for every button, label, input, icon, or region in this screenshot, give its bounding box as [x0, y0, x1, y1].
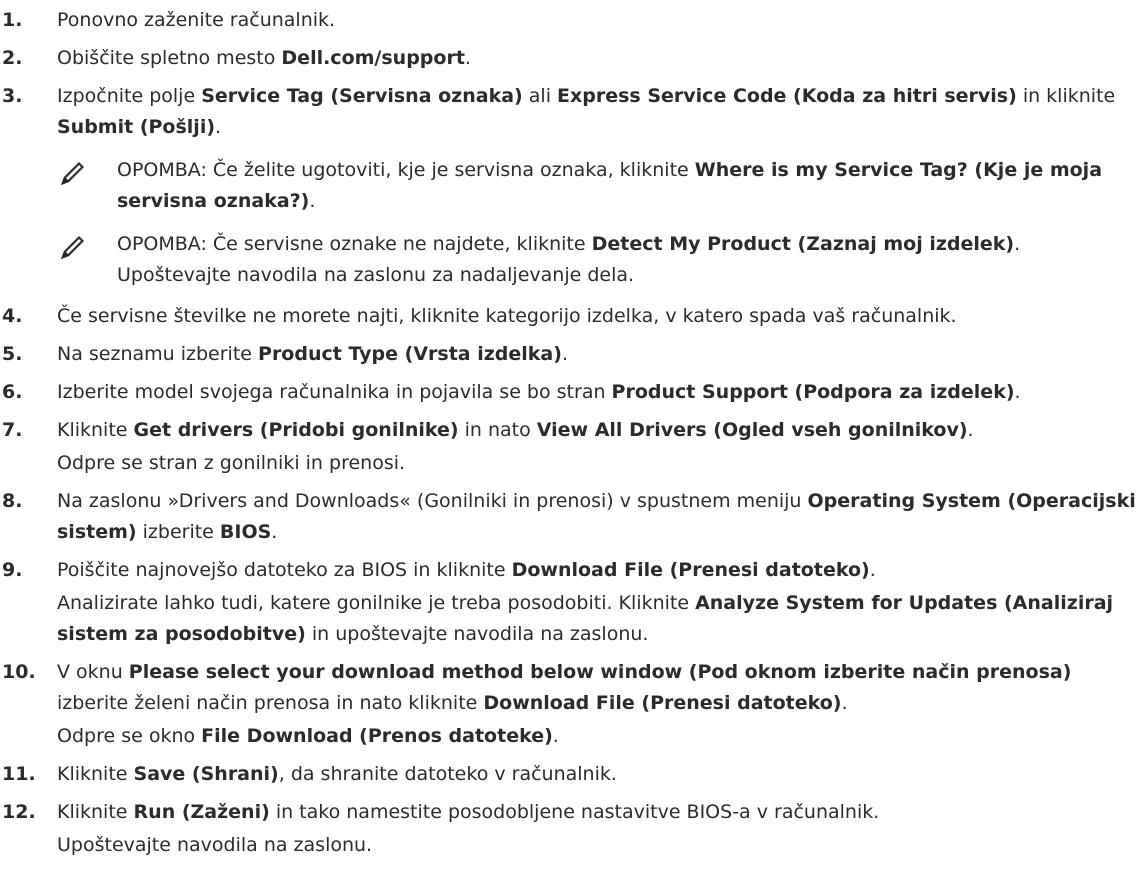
text-run: Upoštevajte navodila na zaslonu. [57, 834, 373, 856]
step-result-text: Upoštevajte navodila na zaslonu. [57, 830, 1139, 861]
text-run: ali [522, 85, 558, 107]
text-run: . [215, 116, 222, 138]
text-run: Analizirate lahko tudi, katere gonilnike… [57, 592, 696, 614]
note-label: OPOMBA: [117, 233, 207, 255]
text-run: . [869, 559, 876, 581]
text-run: . [552, 725, 559, 747]
bold-text: BIOS [219, 521, 272, 543]
pencil-note-icon [57, 157, 89, 189]
list-item: 5. Na seznamu izberite Product Type (Vrst… [0, 339, 1139, 370]
text-run: izberite želeni način prenosa in nato kl… [57, 692, 484, 714]
text-run: in nato [458, 419, 537, 441]
list-item: 8. Na zaslonu »Drivers and Downloads« (Go… [0, 486, 1139, 548]
bold-text: File Download (Prenos datoteke) [201, 725, 553, 747]
text-run: . [464, 47, 471, 69]
step-text: Kliknite Save (Shrani), da shranite dato… [57, 759, 1139, 790]
bold-text: Save (Shrani) [133, 763, 279, 785]
text-run: . [841, 692, 848, 714]
text-run: Če želite ugotoviti, kje je servisna ozn… [206, 159, 695, 181]
step-text: Kliknite Run (Zaženi) in tako namestite … [57, 797, 1139, 828]
list-item: 10. V oknu Please select your download me… [0, 657, 1139, 752]
text-run: . [309, 190, 316, 212]
step-text: Ponovno zaženite računalnik. [57, 5, 1139, 36]
text-run: in kliknite [1016, 85, 1116, 107]
note-box: OPOMBA: Če želite ugotoviti, kje je serv… [57, 155, 1139, 217]
bold-text: View All Drivers (Ogled vseh gonilnikov) [536, 419, 968, 441]
note-label: OPOMBA: [117, 159, 207, 181]
text-run: Kliknite [57, 763, 134, 785]
text-run: Izpočnite polje [57, 85, 202, 107]
step-number: 4. [2, 305, 23, 327]
list-item: 3. Izpočnite polje Service Tag (Servisna … [0, 81, 1139, 291]
step-result-text: Analizirate lahko tudi, katere gonilnike… [57, 588, 1139, 650]
step-text: Na zaslonu »Drivers and Downloads« (Goni… [57, 486, 1139, 548]
step-text: Izberite model svojega računalnika in po… [57, 377, 1139, 408]
list-item: 6. Izberite model svojega računalnika in … [0, 377, 1139, 408]
text-run: Obiščite spletno mesto [57, 47, 282, 69]
text-run: Ponovno zaženite računalnik. [57, 9, 336, 31]
bold-text: Download File (Prenesi datoteko) [511, 559, 870, 581]
step-text: Kliknite Get drivers (Pridobi gonilnike)… [57, 415, 1139, 446]
bold-text: Express Service Code (Koda za hitri serv… [557, 85, 1017, 107]
text-run: . [271, 521, 278, 543]
list-item: 12. Kliknite Run (Zaženi) in tako namesti… [0, 797, 1139, 861]
text-run: izberite [136, 521, 220, 543]
text-run: Če servisne oznake ne najdete, kliknite [206, 233, 592, 255]
text-run: in upoštevajte navodila na zaslonu. [305, 623, 649, 645]
note-box: OPOMBA: Če servisne oznake ne najdete, k… [57, 229, 1139, 291]
bold-text: Get drivers (Pridobi gonilnike) [133, 419, 459, 441]
text-run: . [1014, 381, 1021, 403]
text-run: V oknu [57, 661, 129, 683]
step-number: 8. [2, 490, 23, 512]
bold-text: Download File (Prenesi datoteko) [483, 692, 842, 714]
text-run: Kliknite [57, 419, 134, 441]
text-run: , da shranite datoteko v računalnik. [278, 763, 617, 785]
step-number: 2. [2, 47, 23, 69]
step-text: Če servisne številke ne morete najti, kl… [57, 301, 1139, 332]
bold-text: Product Type (Vrsta izdelka) [258, 343, 562, 365]
bold-text: Submit (Pošlji) [57, 116, 216, 138]
list-item: 7. Kliknite Get drivers (Pridobi gonilnik… [0, 415, 1139, 479]
text-run: Če servisne številke ne morete najti, kl… [57, 305, 957, 327]
list-item: 9. Poiščite najnovejšo datoteko za BIOS i… [0, 555, 1139, 650]
step-number: 9. [2, 559, 23, 581]
text-run: in tako namestite posodobljene nastavitv… [269, 801, 880, 823]
list-item: 1. Ponovno zaženite računalnik. [0, 5, 1139, 36]
step-text: Poiščite najnovejšo datoteko za BIOS in … [57, 555, 1139, 586]
list-item: 11. Kliknite Save (Shrani), da shranite d… [0, 759, 1139, 790]
step-number: 11. [2, 763, 36, 785]
text-run: Na seznamu izberite [57, 343, 259, 365]
bold-text: Run (Zaženi) [133, 801, 270, 823]
step-result-text: Odpre se okno File Download (Prenos dato… [57, 721, 1139, 752]
step-number: 5. [2, 343, 23, 365]
text-run: Kliknite [57, 801, 134, 823]
step-text: V oknu Please select your download metho… [57, 657, 1139, 719]
instructions-page: 1. Ponovno zaženite računalnik. 2. Obiščite… [0, 0, 1139, 861]
bold-text: Please select your download method below… [128, 661, 1072, 683]
step-number: 1. [2, 9, 23, 31]
step-text: Obiščite spletno mesto Dell.com/support. [57, 43, 1139, 74]
text-run: Odpre se okno [57, 725, 202, 747]
step-text: Na seznamu izberite Product Type (Vrsta … [57, 339, 1139, 370]
text-run: Izberite model svojega računalnika in po… [57, 381, 612, 403]
step-text: Izpočnite polje Service Tag (Servisna oz… [57, 81, 1139, 143]
step-number: 12. [2, 801, 36, 823]
step-number: 3. [2, 85, 23, 107]
list-item: 4. Če servisne številke ne morete najti, … [0, 301, 1139, 332]
text-run: Poiščite najnovejšo datoteko za BIOS in … [57, 559, 512, 581]
step-result-text: Odpre se stran z gonilniki in prenosi. [57, 448, 1139, 479]
text-run: Odpre se stran z gonilniki in prenosi. [57, 452, 406, 474]
list-item: 2. Obiščite spletno mesto Dell.com/suppor… [0, 43, 1139, 74]
pencil-note-icon [57, 231, 89, 263]
step-number: 7. [2, 419, 23, 441]
text-run: . [967, 419, 974, 441]
bold-text: Service Tag (Servisna oznaka) [201, 85, 523, 107]
step-number: 10. [2, 661, 36, 683]
text-run: . [561, 343, 568, 365]
bold-text: Detect My Product (Zaznaj moj izdelek) [591, 233, 1015, 255]
text-run: Na zaslonu »Drivers and Downloads« (Goni… [57, 490, 808, 512]
bold-text: Dell.com/support [281, 47, 465, 69]
step-number: 6. [2, 381, 23, 403]
bold-text: Product Support (Podpora za izdelek) [611, 381, 1015, 403]
